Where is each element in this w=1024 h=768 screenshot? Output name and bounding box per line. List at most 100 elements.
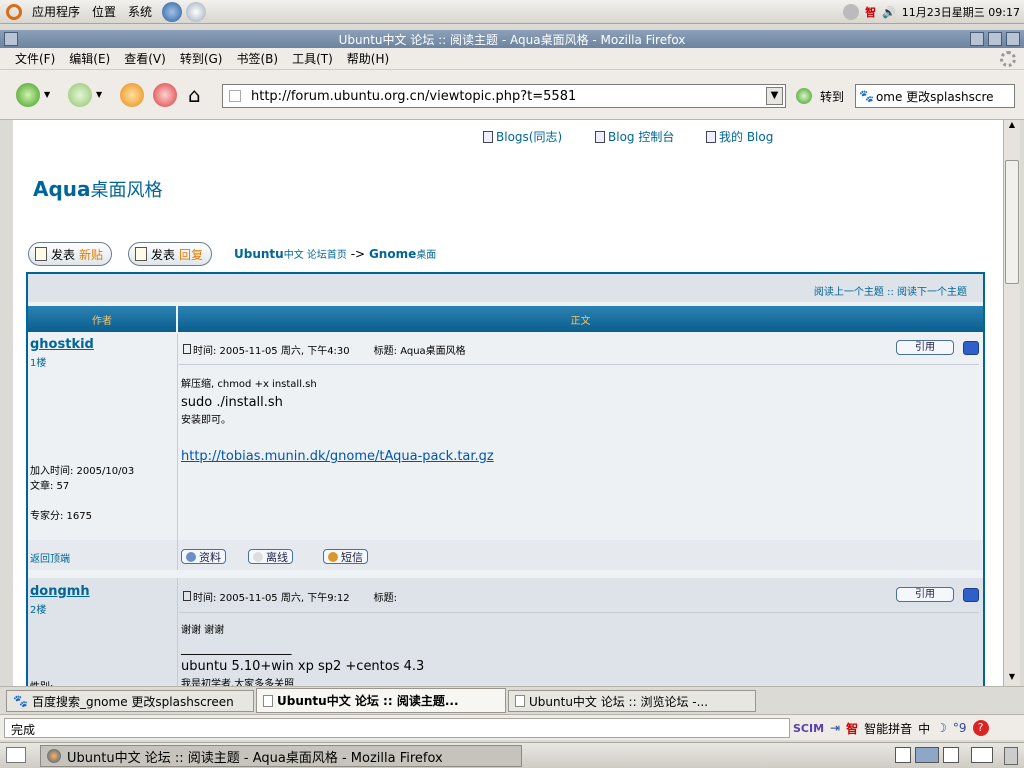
url-bar[interactable]: http://forum.ubuntu.org.cn/viewtopic.php… bbox=[222, 84, 786, 108]
reload-icon[interactable] bbox=[120, 83, 144, 107]
message-button[interactable]: 短信 bbox=[323, 549, 368, 564]
post-author[interactable]: dongmh bbox=[30, 584, 90, 599]
home-icon[interactable]: ⌂ bbox=[188, 83, 212, 107]
places-menu[interactable]: 位置 bbox=[86, 3, 122, 20]
scim-icon[interactable]: SCIM bbox=[793, 722, 824, 735]
menu-go[interactable]: 转到(G) bbox=[173, 50, 230, 67]
search-input[interactable]: 🐾 ome 更改splashscre bbox=[855, 84, 1015, 108]
ip-icon[interactable] bbox=[963, 341, 979, 355]
scroll-down-icon[interactable]: ▼ bbox=[1005, 672, 1019, 686]
applications-menu[interactable]: 应用程序 bbox=[26, 3, 86, 20]
tab-ubuntu-forum[interactable]: Ubuntu中文 论坛 :: 浏览论坛 -... bbox=[508, 690, 756, 712]
maximize-icon[interactable] bbox=[988, 32, 1002, 46]
ime-name[interactable]: 智能拼音 bbox=[864, 720, 912, 737]
url-dropdown-icon[interactable]: ▼ bbox=[766, 87, 783, 105]
menu-edit[interactable]: 编辑(E) bbox=[62, 50, 117, 67]
back-icon[interactable] bbox=[16, 83, 40, 107]
menu-file[interactable]: 文件(F) bbox=[8, 50, 62, 67]
body-column-header: 正文 bbox=[178, 306, 983, 332]
post-floor: 1楼 bbox=[30, 358, 47, 369]
topic-navigation[interactable]: 阅读上一个主题 :: 阅读下一个主题 bbox=[28, 274, 983, 302]
author-score: 专家分: 1675 bbox=[30, 511, 92, 522]
page-content: Blogs(同志) Blog 控制台 我的 Blog Aqua桌面风格 发表 新贴… bbox=[13, 120, 1003, 686]
volume-icon[interactable]: 🔊 bbox=[882, 6, 896, 19]
firefox-launcher-icon[interactable] bbox=[162, 1, 183, 22]
post-author[interactable]: ghostkid bbox=[30, 337, 94, 352]
show-desktop-icon[interactable] bbox=[6, 747, 26, 763]
window-menu-icon[interactable] bbox=[4, 32, 18, 46]
scroll-thumb[interactable] bbox=[1005, 160, 1019, 284]
ime-punctuation[interactable]: °9 bbox=[953, 721, 967, 735]
menu-bookmarks[interactable]: 书签(B) bbox=[229, 50, 285, 67]
reply-button[interactable]: 发表 回复 bbox=[128, 242, 213, 266]
ime-tray-icon[interactable]: 智 bbox=[865, 4, 876, 20]
clock[interactable]: 11月23日星期三 09:17 bbox=[902, 4, 1020, 20]
post-header: 时间: 2005-11-05 周六, 下午9:12 标题: bbox=[183, 589, 397, 604]
window-title: Ubuntu中文 论坛 :: 阅读主题 - Aqua桌面风格 - Mozilla… bbox=[338, 32, 686, 47]
post-row bbox=[28, 334, 983, 570]
offline-button[interactable]: 离线 bbox=[248, 549, 293, 564]
breadcrumb: Ubuntu中文 论坛首页 -> Gnome桌面 bbox=[234, 247, 437, 261]
ime-help-icon[interactable]: ? bbox=[972, 720, 989, 736]
network-icon[interactable] bbox=[843, 4, 860, 20]
post-link[interactable]: http://tobias.munin.dk/gnome/tAqua-pack.… bbox=[181, 449, 494, 464]
ime-smart-icon[interactable]: 智 bbox=[846, 720, 858, 737]
tab-baidu[interactable]: 🐾 百度搜索_gnome 更改splashscreen bbox=[6, 690, 254, 712]
blog-console-link[interactable]: Blog 控制台 bbox=[595, 128, 674, 145]
breadcrumb-site[interactable]: Ubuntu bbox=[234, 247, 284, 261]
page-title[interactable]: Aqua桌面风格 bbox=[33, 176, 163, 202]
new-post-button[interactable]: 发表 新贴 bbox=[28, 242, 113, 266]
page-scrollbar[interactable]: ▲ ▼ bbox=[1003, 120, 1020, 686]
workspace-3[interactable] bbox=[943, 747, 959, 763]
author-joined: 加入时间: 2005/10/03 bbox=[30, 466, 135, 477]
menu-tools[interactable]: 工具(T) bbox=[285, 50, 340, 67]
status-text: 完成 bbox=[4, 718, 790, 738]
tab-ubuntu-topic[interactable]: Ubuntu中文 论坛 :: 阅读主题... bbox=[256, 688, 506, 713]
go-button[interactable]: 转到 bbox=[820, 88, 844, 105]
forward-icon[interactable] bbox=[68, 83, 92, 107]
ime-halfwidth-icon[interactable]: ☽ bbox=[936, 721, 947, 735]
quote-button[interactable]: 引用 bbox=[896, 587, 954, 602]
post-icon bbox=[183, 344, 191, 354]
author-gender: 性别: bbox=[30, 678, 53, 686]
menu-view[interactable]: 查看(V) bbox=[117, 50, 173, 67]
forward-history-chevron-icon[interactable]: ▼ bbox=[96, 90, 102, 99]
my-blog-link[interactable]: 我的 Blog bbox=[706, 128, 773, 145]
mail-launcher-icon[interactable] bbox=[186, 1, 207, 22]
ime-mode[interactable]: 中 bbox=[918, 720, 930, 737]
menu-help[interactable]: 帮助(H) bbox=[340, 50, 396, 67]
blogs-link[interactable]: Blogs(同志) bbox=[483, 128, 562, 145]
status-bar: 完成 SCIM ⇥ 智 智能拼音 中 ☽ °9 ? bbox=[0, 714, 1024, 740]
ubuntu-logo-icon[interactable] bbox=[6, 3, 22, 20]
system-menu[interactable]: 系统 bbox=[122, 3, 158, 20]
new-post-icon bbox=[35, 247, 47, 261]
minimize-icon[interactable] bbox=[970, 32, 984, 46]
close-icon[interactable] bbox=[1006, 32, 1020, 46]
blog-console-icon bbox=[595, 130, 605, 143]
window-titlebar[interactable]: Ubuntu中文 论坛 :: 阅读主题 - Aqua桌面风格 - Mozilla… bbox=[0, 30, 1024, 48]
author-column-header: 作者 bbox=[28, 306, 176, 332]
back-history-chevron-icon[interactable]: ▼ bbox=[44, 90, 50, 99]
ime-switch-icon[interactable]: ⇥ bbox=[830, 721, 840, 735]
workspace-2[interactable] bbox=[915, 747, 939, 763]
scroll-up-icon[interactable]: ▲ bbox=[1005, 120, 1019, 134]
tab-page-icon bbox=[515, 695, 525, 707]
workspace-4[interactable] bbox=[971, 747, 993, 763]
breadcrumb-forum[interactable]: Gnome bbox=[369, 247, 416, 261]
quote-button[interactable]: 引用 bbox=[896, 340, 954, 355]
post-icon bbox=[183, 591, 191, 601]
workspace-1[interactable] bbox=[895, 747, 911, 763]
go-icon[interactable] bbox=[796, 88, 812, 104]
ip-icon[interactable] bbox=[963, 588, 979, 602]
blog-icon bbox=[483, 130, 493, 143]
top-panel: 应用程序 位置 系统 智 🔊 11月23日星期三 09:17 bbox=[0, 0, 1024, 24]
baidu-engine-icon[interactable]: 🐾 bbox=[859, 89, 874, 103]
profile-button[interactable]: 资料 bbox=[181, 549, 226, 564]
stop-icon[interactable] bbox=[153, 83, 177, 107]
page-favicon-icon bbox=[229, 90, 241, 102]
back-to-top-link[interactable]: 返回顶端 bbox=[30, 550, 70, 565]
trash-icon[interactable] bbox=[1004, 747, 1018, 765]
taskbar-item-firefox[interactable]: Ubuntu中文 论坛 :: 阅读主题 - Aqua桌面风格 - Mozilla… bbox=[40, 745, 522, 767]
search-text: ome 更改splashscre bbox=[875, 89, 994, 104]
author-post-count: 文章: 57 bbox=[30, 481, 70, 492]
